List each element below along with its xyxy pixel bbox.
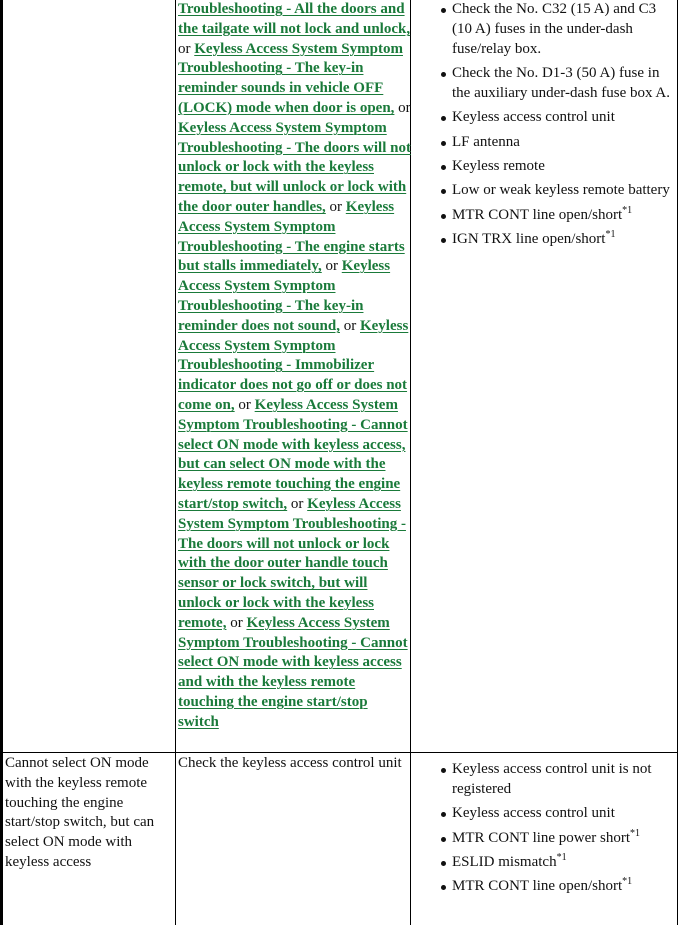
separator-or: or xyxy=(238,396,251,413)
row-divider xyxy=(0,752,678,753)
footnote-marker: *1 xyxy=(622,876,633,888)
separator-or: or xyxy=(290,495,304,512)
cause-item: Low or weak keyless remote battery xyxy=(441,181,676,201)
footnote-marker: *1 xyxy=(622,204,633,216)
cause-text: Check the No. D1-3 (50 A) fuse in the au… xyxy=(452,64,670,101)
cause-item: MTR CONT line open/short*1 xyxy=(441,876,676,897)
cause-item: Keyless access control unit xyxy=(441,108,676,128)
row2-causes: Keyless access control unit is not regis… xyxy=(412,760,676,902)
row2-procedure: Check the keyless access control unit xyxy=(178,755,402,771)
cause-text: Check the No. C32 (15 A) and C3 (10 A) f… xyxy=(452,1,657,57)
cause-item: Keyless access control unit xyxy=(441,804,676,824)
cause-text: IGN TRX line open/short xyxy=(452,231,606,248)
cause-text: Keyless access control unit xyxy=(452,109,615,126)
table-border-left xyxy=(0,0,3,925)
troubleshooting-link[interactable]: Keyless Access System Symptom Troublesho… xyxy=(178,496,406,631)
cause-item: Keyless access control unit is not regis… xyxy=(441,760,676,800)
row1-causes: Check the No. C32 (15 A) and C3 (10 A) f… xyxy=(412,0,676,255)
troubleshooting-link[interactable]: Keyless Access System Symptom Troublesho… xyxy=(178,397,408,512)
cause-item: Check the No. D1-3 (50 A) fuse in the au… xyxy=(441,64,676,104)
separator-or: or xyxy=(178,40,191,57)
cause-text: Keyless remote xyxy=(452,157,545,174)
footnote-marker: *1 xyxy=(630,827,641,839)
row1-procedure-links: Troubleshooting - All the doors and the … xyxy=(178,0,412,732)
troubleshooting-link[interactable]: Troubleshooting - All the doors and the … xyxy=(178,1,410,37)
separator-or: or xyxy=(230,614,243,631)
table-border-right xyxy=(677,0,678,925)
row1-causes-list: Check the No. C32 (15 A) and C3 (10 A) f… xyxy=(412,0,676,250)
cause-text: Low or weak keyless remote battery xyxy=(452,182,670,199)
troubleshooting-link[interactable]: Keyless Access System Symptom Troublesho… xyxy=(178,41,403,116)
cause-item: Check the No. C32 (15 A) and C3 (10 A) f… xyxy=(441,0,676,59)
cause-text: MTR CONT line power short xyxy=(452,829,631,846)
footnote-marker: *1 xyxy=(605,229,616,241)
cause-item: LF antenna xyxy=(441,133,676,153)
troubleshooting-link[interactable]: Keyless Access System Symptom Troublesho… xyxy=(178,615,408,730)
cause-text: MTR CONT line open/short xyxy=(452,206,623,223)
separator-or: or xyxy=(343,317,357,334)
row2-symptom: Cannot select ON mode with the keyless r… xyxy=(5,755,155,870)
cause-item: MTR CONT line power short*1 xyxy=(441,827,676,849)
row2-causes-list: Keyless access control unit is not regis… xyxy=(412,760,676,897)
separator-or: or xyxy=(325,258,339,275)
column-divider-1 xyxy=(175,0,176,925)
cause-text: Keyless access control unit xyxy=(452,805,615,822)
cause-text: ESLID mismatch xyxy=(452,853,557,870)
footnote-marker: *1 xyxy=(556,851,567,863)
cause-item: MTR CONT line open/short*1 xyxy=(441,204,676,226)
cause-item: Keyless remote xyxy=(441,157,676,177)
cause-text: MTR CONT line open/short xyxy=(452,878,623,895)
cause-item: IGN TRX line open/short*1 xyxy=(441,229,676,250)
separator-or: or xyxy=(398,99,411,116)
cause-text: LF antenna xyxy=(452,133,520,150)
cause-text: Keyless access control unit is not regis… xyxy=(452,761,652,797)
cause-item: ESLID mismatch*1 xyxy=(441,851,676,873)
separator-or: or xyxy=(329,198,343,215)
